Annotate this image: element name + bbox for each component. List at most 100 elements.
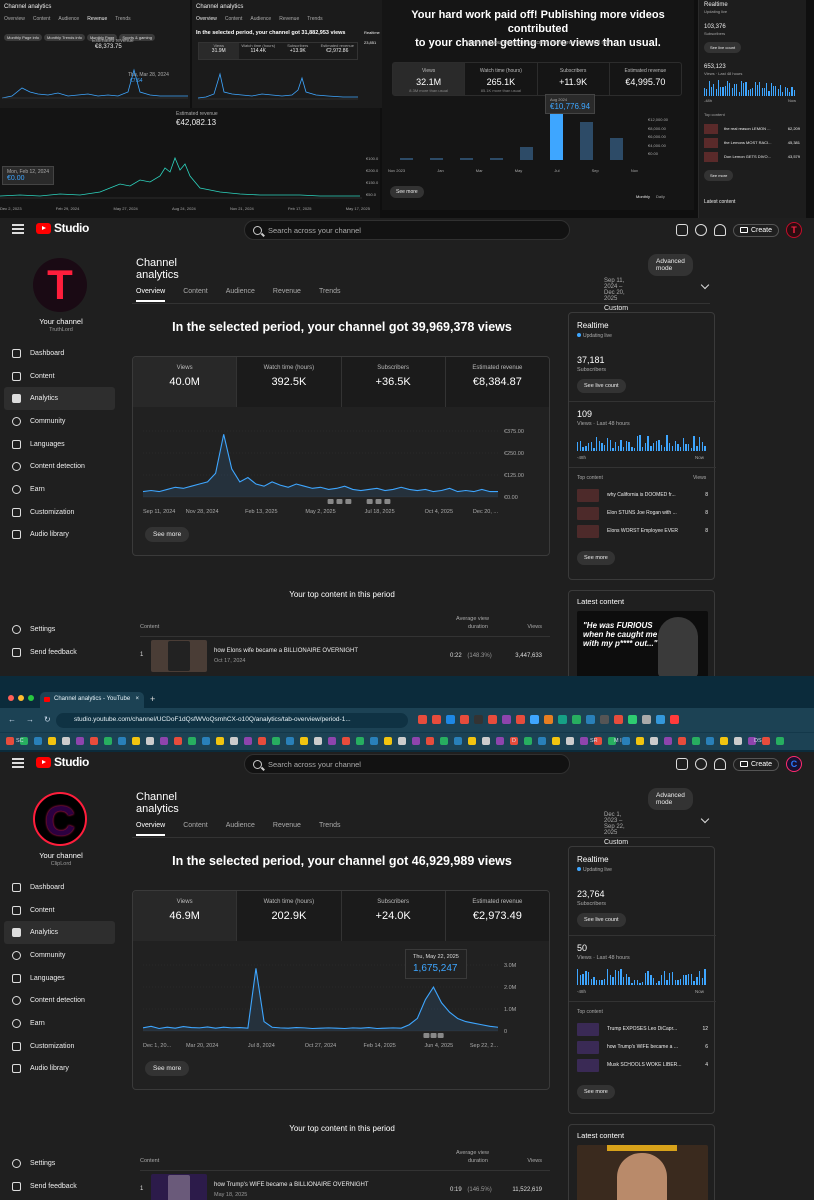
bookmark-label[interactable]: SC bbox=[16, 738, 24, 744]
bookmark-icon[interactable] bbox=[454, 737, 462, 745]
shot2-tab[interactable]: Content bbox=[225, 16, 243, 22]
bookmark-icon[interactable] bbox=[524, 737, 532, 745]
notifications-icon[interactable] bbox=[714, 758, 726, 770]
extension-icon[interactable] bbox=[628, 715, 637, 724]
bookmark-icon[interactable] bbox=[286, 737, 294, 745]
your-channel-label[interactable]: Your channel bbox=[0, 317, 122, 326]
chip[interactable]: Monthly Trends info bbox=[44, 34, 85, 41]
bookmark-icon[interactable] bbox=[664, 737, 672, 745]
close-window-icon[interactable] bbox=[8, 695, 14, 701]
sidebar-item-dashboard[interactable]: Dashboard bbox=[4, 342, 115, 365]
tab-audience[interactable]: Audience bbox=[226, 288, 255, 302]
toggle-daily[interactable]: Daily bbox=[656, 194, 665, 199]
bookmark-label[interactable]: SR bbox=[590, 738, 598, 744]
bookmark-label[interactable]: M I bbox=[614, 738, 622, 744]
bookmark-icon[interactable] bbox=[6, 737, 14, 745]
extension-icon[interactable] bbox=[670, 715, 679, 724]
create-button[interactable]: Create bbox=[733, 757, 780, 771]
shot4-kpi-revenue[interactable]: Estimated revenue €4,995.70 bbox=[610, 63, 681, 95]
chart-bar[interactable] bbox=[550, 112, 563, 160]
bookmark-icon[interactable] bbox=[132, 737, 140, 745]
kpi-views[interactable]: Views 40.0M bbox=[133, 357, 238, 407]
bookmark-icon[interactable] bbox=[440, 737, 448, 745]
extension-icon[interactable] bbox=[502, 715, 511, 724]
shot2-kpi[interactable]: Watch time (hours) 114.4K bbox=[239, 43, 279, 59]
shot4-kpi-subs[interactable]: Subscribers +11.9K bbox=[538, 63, 610, 95]
sidebar-item-content[interactable]: Content bbox=[4, 899, 115, 922]
sidebar-item-community[interactable]: Community bbox=[4, 410, 115, 433]
sidebar-item-feedback[interactable]: Send feedback bbox=[4, 641, 115, 664]
messages-icon[interactable] bbox=[676, 758, 688, 770]
extension-icon[interactable] bbox=[418, 715, 427, 724]
extension-icon[interactable] bbox=[460, 715, 469, 724]
bookmark-label[interactable]: D bbox=[512, 738, 516, 744]
sidebar-item-earn[interactable]: Earn bbox=[4, 478, 115, 501]
sidebar-item-audio-library[interactable]: Audio library bbox=[4, 524, 115, 547]
bookmark-icon[interactable] bbox=[622, 737, 630, 745]
bookmark-icon[interactable] bbox=[692, 737, 700, 745]
sidebar-item-languages[interactable]: Languages bbox=[4, 433, 115, 456]
bookmark-icon[interactable] bbox=[342, 737, 350, 745]
video-marker-icon[interactable] bbox=[430, 1033, 437, 1038]
sidebar-item-analytics[interactable]: Analytics bbox=[4, 921, 115, 945]
tab-content[interactable]: Content bbox=[183, 822, 208, 836]
bookmark-icon[interactable] bbox=[230, 737, 238, 745]
chart-bar[interactable] bbox=[460, 158, 473, 160]
bookmark-icon[interactable] bbox=[482, 737, 490, 745]
extension-icon[interactable] bbox=[446, 715, 455, 724]
chart-bar[interactable] bbox=[520, 146, 533, 160]
bookmark-icon[interactable] bbox=[762, 737, 770, 745]
kpi-revenue[interactable]: Estimated revenue €8,384.87 bbox=[445, 357, 549, 407]
sidebar-item-dashboard[interactable]: Dashboard bbox=[4, 876, 115, 899]
bookmark-icon[interactable] bbox=[160, 737, 168, 745]
studio-logo[interactable]: Studio bbox=[36, 221, 89, 235]
kpi-watch-time[interactable]: Watch time (hours) 202.9K bbox=[237, 891, 342, 941]
channel-avatar[interactable]: T bbox=[33, 258, 87, 312]
advanced-mode-button[interactable]: Advanced mode bbox=[648, 788, 693, 810]
bookmark-icon[interactable] bbox=[496, 737, 504, 745]
tab-revenue[interactable]: Revenue bbox=[273, 822, 301, 836]
shot1-tab[interactable]: Trends bbox=[115, 16, 130, 22]
video-marker-icon[interactable] bbox=[366, 499, 373, 504]
shot5-live-count-button[interactable]: See live count bbox=[704, 42, 742, 53]
extension-icon[interactable] bbox=[530, 715, 539, 724]
shot4-kpi-views[interactable]: Views 32.1M 8.3M more than usual bbox=[393, 63, 466, 95]
bookmark-icon[interactable] bbox=[314, 737, 322, 745]
minimize-window-icon[interactable] bbox=[18, 695, 24, 701]
address-bar[interactable]: studio.youtube.com/channel/UCDoF1dQsfWVo… bbox=[56, 713, 408, 728]
search-input[interactable]: Search across your channel bbox=[244, 754, 570, 774]
browser-tab[interactable]: Channel analytics - YouTube × bbox=[40, 692, 144, 708]
see-more-button[interactable]: See more bbox=[145, 1061, 190, 1076]
sidebar-item-analytics[interactable]: Analytics bbox=[4, 387, 115, 411]
bookmark-icon[interactable] bbox=[356, 737, 364, 745]
extension-icon[interactable] bbox=[642, 715, 651, 724]
bookmark-icon[interactable] bbox=[202, 737, 210, 745]
kpi-views[interactable]: Views 46.9M bbox=[133, 891, 238, 941]
extension-icon[interactable] bbox=[656, 715, 665, 724]
chip[interactable]: Monthly Page info bbox=[4, 34, 43, 41]
bookmark-icon[interactable] bbox=[244, 737, 252, 745]
bookmark-icon[interactable] bbox=[636, 737, 644, 745]
video-marker-icon[interactable] bbox=[345, 499, 352, 504]
sidebar-item-feedback[interactable]: Send feedback bbox=[4, 1175, 115, 1198]
shot1-tab[interactable]: Content bbox=[33, 16, 51, 22]
bookmark-icon[interactable] bbox=[566, 737, 574, 745]
extension-icon[interactable] bbox=[474, 715, 483, 724]
bookmark-icon[interactable] bbox=[776, 737, 784, 745]
bookmark-icon[interactable] bbox=[272, 737, 280, 745]
shot2-kpi[interactable]: Subscribers +13.9K bbox=[278, 43, 318, 59]
shot1-tab[interactable]: Audience bbox=[58, 16, 79, 22]
chevron-down-icon[interactable] bbox=[700, 814, 710, 824]
chevron-down-icon[interactable] bbox=[700, 280, 710, 290]
bookmark-icon[interactable] bbox=[650, 737, 658, 745]
extension-icon[interactable] bbox=[572, 715, 581, 724]
shot4-see-more-button[interactable]: See more bbox=[390, 186, 424, 198]
shot2-kpi[interactable]: Estimated revenue €2,972.86 bbox=[318, 43, 358, 59]
bookmark-icon[interactable] bbox=[328, 737, 336, 745]
list-item[interactable]: the real reason LEMON ... 62,209 bbox=[704, 124, 800, 138]
sidebar-item-settings[interactable]: Settings bbox=[4, 1152, 115, 1175]
bookmark-icon[interactable] bbox=[62, 737, 70, 745]
shot5-see-more-button[interactable]: See more bbox=[704, 170, 734, 181]
realtime-see-more-button[interactable]: See more bbox=[577, 551, 615, 565]
extension-icon[interactable] bbox=[558, 715, 567, 724]
